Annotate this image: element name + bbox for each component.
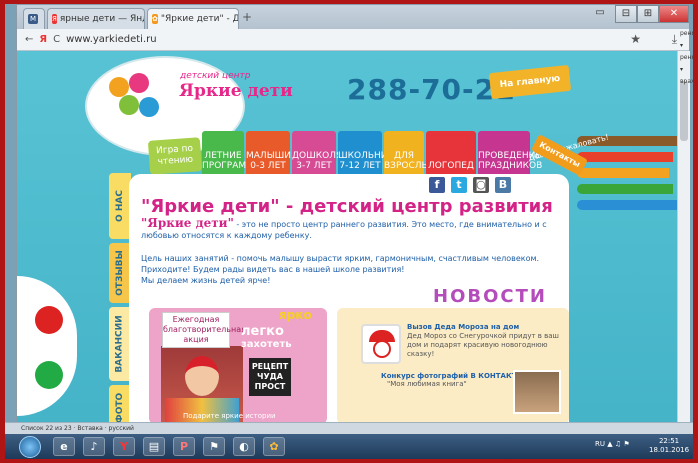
- banner-want: захотеть: [241, 339, 292, 350]
- scrollbar[interactable]: [677, 51, 690, 423]
- side-tab-label: О НАС: [115, 190, 126, 222]
- slogan-text: Мы делаем жизнь детей ярче!: [141, 276, 271, 285]
- page-title: "Яркие дети" - детский центр развития: [141, 196, 553, 217]
- bookmark-item[interactable]: вражения: [680, 76, 693, 88]
- yandex-icon: Я: [52, 14, 57, 24]
- clock-time: 22:51: [658, 437, 680, 445]
- ie-icon[interactable]: e: [53, 437, 75, 456]
- side-tab-label: ФОТО: [115, 392, 125, 423]
- red-dot-icon: [35, 306, 63, 334]
- instagram-icon[interactable]: ◙: [473, 177, 489, 193]
- back-arrow-icon[interactable]: ←: [25, 34, 33, 45]
- charity-card: Ежегодная благотворительная акция: [162, 312, 246, 348]
- media-icon[interactable]: ♪: [83, 437, 105, 456]
- pdf-icon[interactable]: ⚑: [203, 437, 225, 456]
- content-panel: f t ◙ B "Яркие дети" - детский центр раз…: [129, 174, 569, 423]
- side-tab-vacancies[interactable]: ВАКАНСИИ: [109, 307, 131, 381]
- side-bookmarks: ренять ▾ ренять ▾ вражения: [680, 28, 693, 88]
- banner-bright: ярко: [279, 308, 312, 322]
- nav-babies[interactable]: МАЛЫШИ 0-3 ЛЕТ: [246, 131, 291, 177]
- side-tab-about[interactable]: О НАС: [109, 173, 131, 239]
- tab-yarkie[interactable]: ✿"Яркие дети" - Детск✕: [147, 8, 239, 29]
- tab-yandex[interactable]: Яярные дети — Яндекс✕: [47, 8, 145, 29]
- yandex-browser-icon[interactable]: Y: [113, 437, 135, 456]
- tab-label: ярные дети — Яндекс: [59, 14, 144, 24]
- intro-paragraph: "Яркие дети" - это не просто центр ранне…: [141, 216, 559, 241]
- brand-name: "Яркие дети": [141, 216, 234, 230]
- explorer-icon[interactable]: ▤: [143, 437, 165, 456]
- facebook-icon[interactable]: f: [429, 177, 445, 193]
- banner-recipe: РЕЦЕПТ ЧУДА ПРОСТ: [249, 358, 291, 396]
- santa-icon[interactable]: [361, 324, 401, 364]
- logo-kids-icon[interactable]: [105, 71, 161, 131]
- news-board: НОВОСТИ Вызов Деда Мороза на дом Дед Мор…: [337, 286, 569, 423]
- tabs-menu-icon[interactable]: ▭: [589, 5, 611, 23]
- mail-icon: M: [28, 14, 38, 24]
- nav-school[interactable]: ШКОЛЬНИКИ 7-12 ЛЕТ: [338, 131, 401, 177]
- app-icon[interactable]: ◐: [233, 437, 255, 456]
- social-links: f t ◙ B: [429, 177, 511, 193]
- logo-subtitle: детский центр: [180, 71, 251, 81]
- vk-icon[interactable]: B: [495, 177, 511, 193]
- banner-easy: легко: [241, 324, 284, 339]
- system-tray[interactable]: RU ▲ ♫ ⚑: [595, 440, 630, 448]
- maximize-button[interactable]: ⊞: [637, 5, 659, 23]
- site-icon: ✿: [152, 14, 158, 24]
- twitter-icon[interactable]: t: [451, 177, 467, 193]
- tab-bar: M Яярные дети — Яндекс✕ ✿"Яркие дети" - …: [17, 5, 689, 29]
- charity-banner[interactable]: Ежегодная благотворительная акция легко …: [149, 308, 327, 423]
- scrollbar-thumb[interactable]: [680, 81, 688, 141]
- logo-title[interactable]: Яркие дети: [179, 81, 293, 101]
- browser-window: M Яярные дети — Яндекс✕ ✿"Яркие дети" - …: [16, 4, 690, 423]
- start-button[interactable]: [19, 436, 41, 458]
- invite-text: Приходите! Будем рады видеть вас в нашей…: [141, 265, 405, 274]
- side-tab-label: ВАКАНСИИ: [115, 315, 126, 373]
- screen: M Яярные дети — Яндекс✕ ✿"Яркие дети" - …: [5, 4, 693, 459]
- document-status-bar: Список 22 из 23 · Вставка · русский: [5, 422, 693, 434]
- news-item-body: Дед Мороз со Снегурочкой придут в ваш до…: [407, 332, 559, 358]
- pencils-decoration: [577, 136, 677, 226]
- news-heading: НОВОСТИ: [433, 286, 547, 307]
- news-item-title[interactable]: Вызов Деда Мороза на дом: [407, 323, 519, 331]
- tab-mail[interactable]: M: [23, 8, 45, 29]
- tab-label: "Яркие дети" - Детск: [160, 14, 239, 24]
- bookmark-star-icon[interactable]: ★: [630, 32, 641, 46]
- address-bar: ← Я C www.yarkiedeti.ru ★ ⤓: [17, 29, 689, 51]
- close-button[interactable]: ✕: [659, 5, 689, 23]
- banner-note[interactable]: Подарите яркие истории: [183, 412, 276, 420]
- news-item-body: "Моя любимая книга": [387, 380, 467, 388]
- bookmark-item[interactable]: ренять ▾: [680, 28, 693, 52]
- home-button[interactable]: На главную: [488, 64, 572, 100]
- side-tab-label: ОТЗЫВЫ: [115, 250, 126, 296]
- download-icon[interactable]: ⤓: [672, 32, 677, 47]
- side-tab-reviews[interactable]: ОТЗЫВЫ: [109, 243, 131, 303]
- main-nav: ЛЕТНИЕ ПРОГРАММЫ МАЛЫШИ 0-3 ЛЕТ ДОШКОЛЯТ…: [202, 131, 542, 177]
- web-page: детский центр Яркие дети 288-70-21 На гл…: [17, 51, 677, 423]
- news-item-title[interactable]: Конкурс фотографий В КОНТАКТЕ: [381, 372, 521, 380]
- powerpoint-icon[interactable]: P: [173, 437, 195, 456]
- minimize-button[interactable]: ⊟: [615, 5, 637, 23]
- clock[interactable]: 22:51 18.01.2016: [649, 437, 689, 455]
- side-tab-photo[interactable]: ФОТО: [109, 385, 131, 423]
- news-photo[interactable]: [513, 370, 561, 414]
- url-field[interactable]: www.yarkiedeti.ru: [66, 34, 157, 45]
- nav-speech-therapist[interactable]: ЛОГОПЕД: [426, 131, 476, 177]
- nav-parties[interactable]: ПРОВЕДЕНИЕ ПРАЗДНИКОВ: [478, 131, 542, 177]
- nav-preschool[interactable]: ДОШКОЛЯТА 3-7 ЛЕТ: [292, 131, 354, 177]
- goal-text: Цель наших занятий - помочь малышу вырас…: [141, 254, 540, 263]
- new-tab-button[interactable]: +: [242, 10, 252, 24]
- paint-icon[interactable]: ✿: [263, 437, 285, 456]
- yandex-logo-icon[interactable]: Я: [39, 34, 47, 45]
- clock-date: 18.01.2016: [649, 446, 690, 454]
- decorative-disc: [17, 276, 77, 416]
- bookmark-item[interactable]: ренять ▾: [680, 52, 693, 76]
- nav-summer[interactable]: ЛЕТНИЕ ПРОГРАММЫ: [202, 131, 262, 177]
- reload-icon[interactable]: C: [53, 34, 60, 45]
- reading-game-tab[interactable]: Игра по чтению: [147, 137, 203, 175]
- green-dot-icon: [35, 361, 63, 389]
- taskbar: e ♪ Y ▤ P ⚑ ◐ ✿ RU ▲ ♫ ⚑ 22:51 18.01.2016: [5, 434, 693, 459]
- nav-adults[interactable]: ДЛЯ ВЗРОСЛЫХ: [384, 131, 436, 177]
